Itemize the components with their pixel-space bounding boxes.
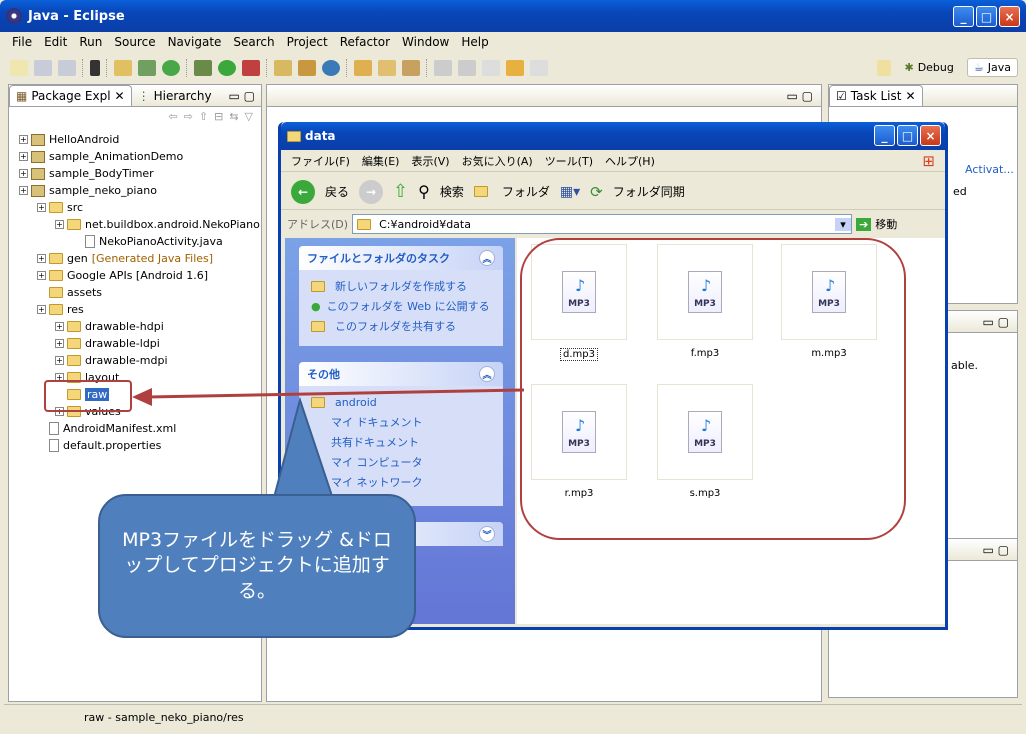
- callout-text: MP3ファイルをドラッグ &ドロップしてプロジェクトに追加する。: [122, 528, 392, 602]
- instruction-callout: MP3ファイルをドラッグ &ドロップしてプロジェクトに追加する。: [98, 494, 416, 638]
- drag-arrow-head: [132, 388, 152, 406]
- drag-arrow-line: [147, 388, 525, 399]
